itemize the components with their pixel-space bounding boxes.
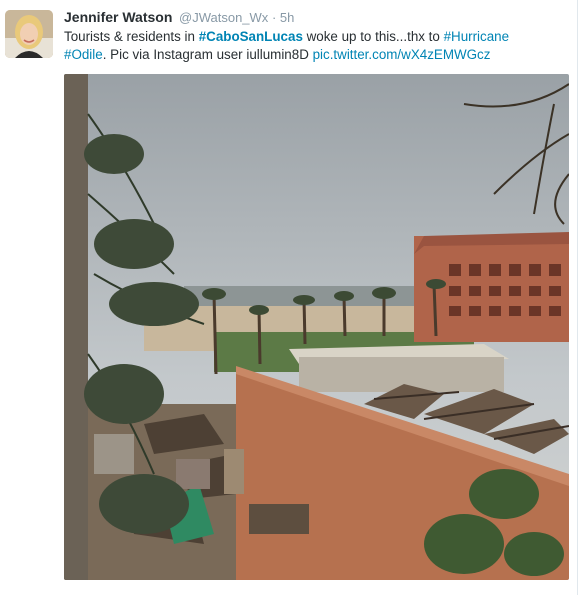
separator: ·	[271, 10, 277, 25]
hashtag-odile[interactable]: #Odile	[64, 47, 103, 62]
author-name[interactable]: Jennifer Watson	[64, 9, 172, 25]
hurricane-damage-photo-icon	[64, 74, 569, 580]
tweet-header: Jennifer Watson @JWatson_Wx · 5h	[64, 9, 294, 26]
divider	[577, 0, 578, 595]
tweet-text-part: Tourists & residents in	[64, 29, 199, 44]
hashtag-link[interactable]: #CaboSanLucas	[199, 29, 303, 44]
avatar[interactable]	[5, 10, 53, 58]
profile-photo-icon	[5, 10, 53, 58]
media-link[interactable]: pic.twitter.com/wX4zEMWGcz	[313, 47, 491, 62]
tweet-text-part: . Pic via Instagram user iullumin8D	[102, 47, 313, 62]
author-handle[interactable]: @JWatson_Wx	[179, 10, 268, 25]
hashtag-hurricane[interactable]: #Hurricane	[444, 29, 510, 44]
tweet: Jennifer Watson @JWatson_Wx · 5h Tourist…	[0, 0, 582, 595]
media-photo[interactable]	[64, 74, 569, 580]
timestamp[interactable]: 5h	[280, 10, 294, 25]
tweet-text: Tourists & residents in #CaboSanLucas wo…	[64, 28, 569, 64]
tweet-text-part: woke up to this...thx to	[302, 29, 444, 44]
hashtag-cabosanlucas: #CaboSanLucas	[198, 29, 303, 44]
